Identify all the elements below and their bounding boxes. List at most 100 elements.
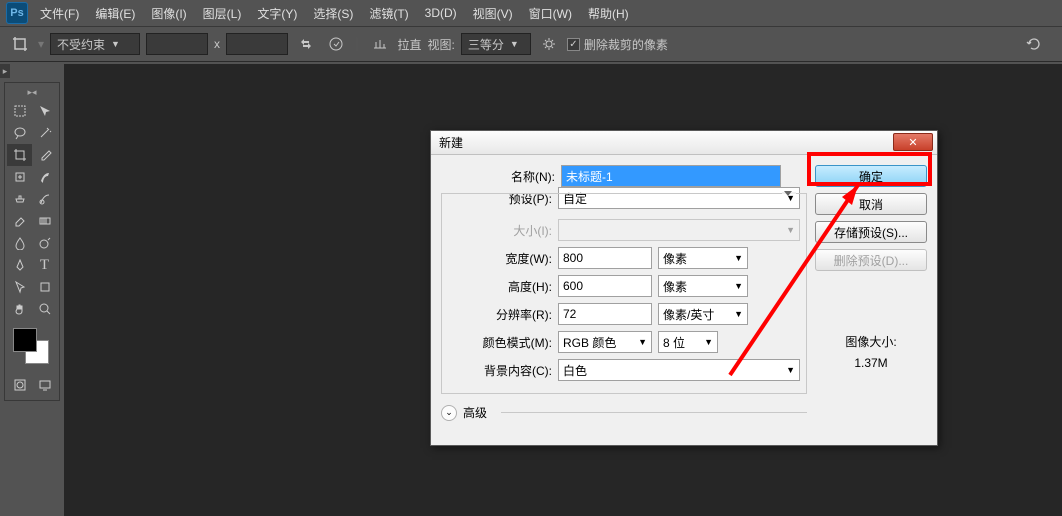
width-unit-dropdown[interactable]: 像素 ▼ (658, 247, 748, 269)
cancel-button[interactable]: 取消 (815, 193, 927, 215)
menu-view[interactable]: 视图(V) (473, 5, 513, 22)
chevron-down-icon: ▼ (734, 253, 743, 263)
dodge-tool[interactable] (32, 232, 57, 254)
height-unit-value: 像素 (663, 278, 687, 295)
chevron-down-icon: ▼ (638, 337, 647, 347)
chevron-expand-icon: ⌄ (441, 405, 457, 421)
x-separator: x (214, 37, 220, 51)
move-tool[interactable] (32, 100, 57, 122)
dialog-close-button[interactable]: ✕ (893, 133, 933, 151)
straighten-label: 拉直 (398, 36, 422, 53)
swap-icon[interactable] (294, 32, 318, 56)
ok-button[interactable]: 确定 (815, 165, 927, 187)
reset-icon[interactable] (1022, 32, 1046, 56)
menu-help[interactable]: 帮助(H) (588, 5, 629, 22)
checkbox-checked-icon: ✓ (567, 38, 580, 51)
color-mode-dropdown[interactable]: RGB 颜色 ▼ (558, 331, 652, 353)
width-input[interactable]: 800 (558, 247, 652, 269)
menu-window[interactable]: 窗口(W) (529, 5, 572, 22)
image-size-label: 图像大小: (815, 333, 927, 350)
menubar: Ps 文件(F) 编辑(E) 图像(I) 图层(L) 文字(Y) 选择(S) 滤… (0, 0, 1062, 26)
lasso-tool[interactable] (7, 122, 32, 144)
healing-brush-tool[interactable] (7, 166, 32, 188)
view-value: 三等分 (468, 36, 504, 53)
chevron-down-icon: ▼ (510, 39, 519, 49)
image-size-value: 1.37M (815, 356, 927, 370)
delete-preset-button: 删除预设(D)... (815, 249, 927, 271)
size-dropdown: ▼ (558, 219, 800, 241)
screen-mode-tool[interactable] (32, 374, 57, 396)
delete-cropped-checkbox[interactable]: ✓ 删除裁剪的像素 (567, 36, 668, 53)
width-unit-value: 像素 (663, 250, 687, 267)
menu-3d[interactable]: 3D(D) (425, 6, 457, 20)
brush-tool[interactable] (32, 166, 57, 188)
height-label: 高度(H): (448, 278, 558, 295)
height-unit-dropdown[interactable]: 像素 ▼ (658, 275, 748, 297)
chevron-down-icon: ▼ (734, 281, 743, 291)
height-input[interactable]: 600 (558, 275, 652, 297)
width-label: 宽度(W): (448, 250, 558, 267)
view-label: 视图: (428, 36, 455, 53)
advanced-label: 高级 (463, 404, 487, 421)
zoom-tool[interactable] (32, 298, 57, 320)
name-label: 名称(N): (441, 168, 561, 185)
resolution-unit-dropdown[interactable]: 像素/英寸 ▼ (658, 303, 748, 325)
size-label: 大小(I): (448, 222, 558, 239)
tool-panel: ▸◂ T (4, 82, 60, 401)
shape-tool[interactable] (32, 276, 57, 298)
clone-stamp-tool[interactable] (7, 188, 32, 210)
height-field[interactable] (226, 33, 288, 55)
menu-edit[interactable]: 编辑(E) (95, 5, 135, 22)
pen-tool[interactable] (7, 254, 32, 276)
width-field[interactable] (146, 33, 208, 55)
chevron-down-icon: ▼ (786, 365, 795, 375)
panel-collapse-tab[interactable]: ▸ (0, 64, 10, 78)
foreground-color-swatch[interactable] (13, 328, 37, 352)
hand-tool[interactable] (7, 298, 32, 320)
path-selection-tool[interactable] (7, 276, 32, 298)
menu-image[interactable]: 图像(I) (151, 5, 186, 22)
blur-tool[interactable] (7, 232, 32, 254)
app-logo: Ps (6, 2, 28, 24)
marquee-tool[interactable] (7, 100, 32, 122)
color-swatches[interactable] (13, 328, 53, 364)
resolution-unit-value: 像素/英寸 (663, 306, 714, 323)
straighten-icon[interactable] (368, 32, 392, 56)
name-input[interactable]: 未标题-1 (561, 165, 781, 187)
options-bar: ▾ 不受约束 ▼ x │ 拉直 视图: 三等分 ▼ ✓ 删除裁剪的像素 (0, 26, 1062, 62)
menu-file[interactable]: 文件(F) (40, 5, 79, 22)
advanced-toggle[interactable]: ⌄ 高级 (441, 404, 807, 421)
menu-layer[interactable]: 图层(L) (203, 5, 242, 22)
view-dropdown[interactable]: 三等分 ▼ (461, 33, 531, 55)
settings-gear-icon[interactable] (537, 32, 561, 56)
color-mode-value: RGB 颜色 (563, 334, 616, 351)
history-brush-tool[interactable] (32, 188, 57, 210)
menu-select[interactable]: 选择(S) (313, 5, 353, 22)
bit-depth-dropdown[interactable]: 8 位 ▼ (658, 331, 718, 353)
constraint-value: 不受约束 (57, 36, 105, 53)
chevron-down-icon: ▼ (704, 337, 713, 347)
menu-filter[interactable]: 滤镜(T) (369, 5, 408, 22)
save-preset-button[interactable]: 存储预设(S)... (815, 221, 927, 243)
color-mode-label: 颜色模式(M): (448, 334, 558, 351)
type-tool[interactable]: T (32, 254, 57, 276)
dialog-titlebar[interactable]: 新建 ✕ (431, 131, 937, 155)
resolution-label: 分辨率(R): (448, 306, 558, 323)
chevron-down-icon: ▼ (786, 225, 795, 235)
gradient-tool[interactable] (32, 210, 57, 232)
background-dropdown[interactable]: 白色 ▼ (558, 359, 800, 381)
delete-cropped-label: 删除裁剪的像素 (584, 36, 668, 53)
panel-grip-icon[interactable]: ▸◂ (7, 87, 57, 97)
quick-mask-tool[interactable] (7, 374, 32, 396)
menu-type[interactable]: 文字(Y) (257, 5, 297, 22)
eraser-tool[interactable] (7, 210, 32, 232)
new-document-dialog: 新建 ✕ 名称(N): 未标题-1 预设(P): 自定 ▼ (430, 130, 938, 446)
constraint-dropdown[interactable]: 不受约束 ▼ (50, 33, 140, 55)
save-preset-arrow-icon (782, 187, 794, 199)
clear-icon[interactable] (324, 32, 348, 56)
crop-tool[interactable] (7, 144, 32, 166)
resolution-input[interactable]: 72 (558, 303, 652, 325)
preset-dropdown[interactable]: 自定 ▼ (558, 187, 800, 209)
eyedropper-tool[interactable] (32, 144, 57, 166)
magic-wand-tool[interactable] (32, 122, 57, 144)
